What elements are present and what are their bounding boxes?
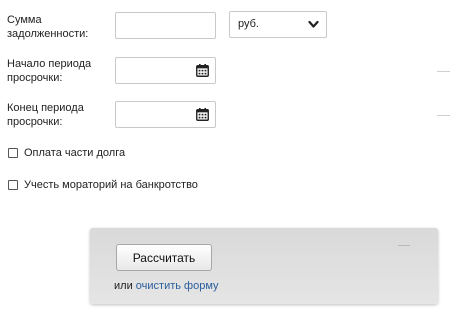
calendar-icon[interactable] — [196, 64, 209, 77]
calculate-button[interactable]: Рассчитать — [116, 244, 212, 271]
period-start-field[interactable] — [115, 57, 216, 84]
debt-amount-label: Сумма задолженности: — [7, 14, 89, 40]
or-text: или — [114, 280, 133, 292]
partial-payment-label[interactable]: Оплата части долга — [24, 147, 125, 159]
calendar-icon[interactable] — [196, 108, 209, 121]
period-start-label: Начало периода просрочки: — [7, 58, 92, 84]
debt-amount-input[interactable] — [116, 13, 215, 38]
currency-selected-value: руб. — [238, 18, 259, 30]
panel-divider — [398, 245, 410, 246]
period-end-field[interactable] — [115, 101, 216, 128]
debt-amount-field[interactable] — [115, 12, 216, 39]
divider-line — [437, 115, 450, 116]
divider-line — [437, 71, 450, 72]
moratorium-checkbox[interactable] — [8, 180, 18, 190]
clear-form-line: или очистить форму — [114, 280, 219, 293]
partial-payment-checkbox[interactable] — [8, 148, 18, 158]
period-end-label: Конец периода просрочки: — [7, 102, 84, 128]
currency-select[interactable]: руб. — [229, 11, 327, 38]
chevron-down-icon — [308, 20, 319, 28]
moratorium-label[interactable]: Учесть мораторий на банкротство — [24, 179, 198, 191]
clear-form-link[interactable]: очистить форму — [136, 280, 219, 292]
